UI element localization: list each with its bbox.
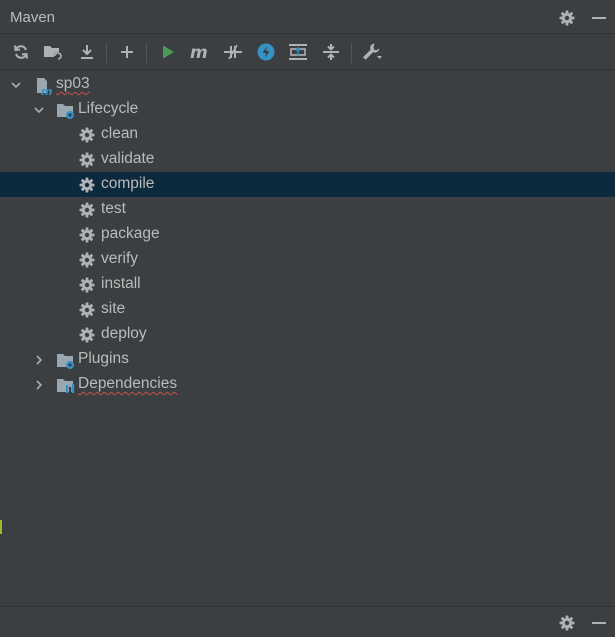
maven-toolbar: m bbox=[0, 34, 615, 70]
chevron-down-icon[interactable] bbox=[33, 103, 45, 115]
toolbar-separator bbox=[351, 43, 352, 63]
add-folder-icon[interactable] bbox=[42, 41, 64, 63]
wrench-icon[interactable] bbox=[361, 41, 383, 63]
gear-icon bbox=[78, 226, 96, 244]
minimize-icon[interactable] bbox=[590, 9, 608, 27]
toolbar-separator bbox=[146, 43, 147, 63]
tree-node-dependencies[interactable]: Dependencies bbox=[0, 372, 615, 397]
plus-icon[interactable] bbox=[116, 41, 138, 63]
gutter-marker bbox=[0, 520, 2, 534]
goal-row-clean[interactable]: clean bbox=[0, 122, 615, 147]
goal-label: install bbox=[101, 275, 141, 292]
goal-label: package bbox=[101, 225, 160, 242]
gear-icon bbox=[78, 251, 96, 269]
lifecycle-folder-icon bbox=[56, 101, 74, 119]
plugins-label: Plugins bbox=[78, 350, 129, 367]
skip-tests-icon[interactable] bbox=[255, 41, 277, 63]
gear-icon bbox=[78, 276, 96, 294]
goal-label: verify bbox=[101, 250, 139, 267]
plugins-folder-icon bbox=[56, 351, 74, 369]
goal-row-site[interactable]: site bbox=[0, 297, 615, 322]
panel-footer bbox=[0, 606, 615, 632]
tree-node-plugins[interactable]: Plugins bbox=[0, 347, 615, 372]
panel-header: Maven bbox=[0, 0, 615, 34]
gear-icon bbox=[78, 126, 96, 144]
tree-node-project[interactable]: m sp03 bbox=[0, 72, 615, 98]
lifecycle-label: Lifecycle bbox=[78, 100, 139, 117]
svg-text:m: m bbox=[41, 85, 52, 96]
goal-label: validate bbox=[101, 150, 155, 167]
chevron-right-icon[interactable] bbox=[33, 353, 45, 365]
run-icon[interactable] bbox=[157, 41, 179, 63]
goal-row-compile[interactable]: compile bbox=[0, 172, 615, 197]
show-dependencies-icon[interactable] bbox=[287, 41, 309, 63]
goal-label: deploy bbox=[101, 325, 147, 342]
gear-icon bbox=[78, 326, 96, 344]
goal-row-validate[interactable]: validate bbox=[0, 147, 615, 172]
panel-title: Maven bbox=[10, 9, 56, 26]
goal-row-test[interactable]: test bbox=[0, 197, 615, 222]
maven-m-icon[interactable]: m bbox=[189, 41, 211, 63]
minimize-icon[interactable] bbox=[590, 614, 608, 632]
goal-row-deploy[interactable]: deploy bbox=[0, 322, 615, 347]
tree-node-lifecycle[interactable]: Lifecycle bbox=[0, 97, 615, 122]
chevron-down-icon[interactable] bbox=[10, 78, 22, 90]
gear-icon bbox=[78, 201, 96, 219]
gear-icon bbox=[78, 176, 96, 194]
toggle-offline-icon[interactable] bbox=[222, 41, 244, 63]
goal-label: test bbox=[101, 200, 126, 217]
chevron-right-icon[interactable] bbox=[33, 378, 45, 390]
goal-row-package[interactable]: package bbox=[0, 222, 615, 247]
toolbar-separator bbox=[106, 43, 107, 63]
project-label: sp03 bbox=[56, 75, 90, 92]
maven-project-icon: m bbox=[34, 76, 52, 98]
gear-icon bbox=[78, 301, 96, 319]
gear-icon[interactable] bbox=[558, 614, 576, 632]
reload-icon[interactable] bbox=[10, 41, 32, 63]
dependencies-label: Dependencies bbox=[78, 375, 178, 392]
goal-row-verify[interactable]: verify bbox=[0, 247, 615, 272]
gear-icon bbox=[78, 151, 96, 169]
svg-text:m: m bbox=[190, 43, 208, 61]
goal-label: site bbox=[101, 300, 126, 317]
download-icon[interactable] bbox=[76, 41, 98, 63]
goal-label: compile bbox=[101, 175, 155, 192]
dependencies-folder-icon bbox=[56, 376, 75, 394]
goal-row-install[interactable]: install bbox=[0, 272, 615, 297]
collapse-all-icon[interactable] bbox=[320, 41, 342, 63]
goal-label: clean bbox=[101, 125, 139, 142]
gear-icon[interactable] bbox=[558, 9, 576, 27]
